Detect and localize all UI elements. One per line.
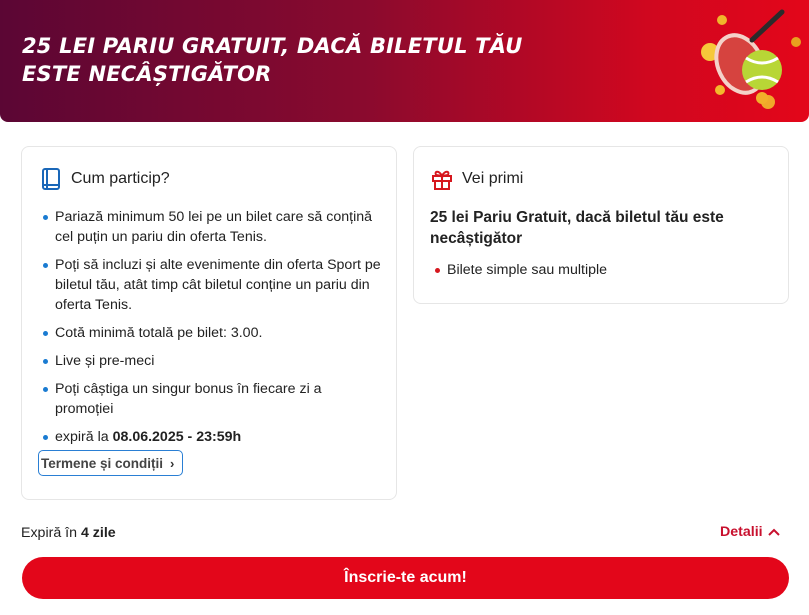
banner-title: 25 LEI PARIU GRATUIT, DACĂ BILETUL TĂU E… [22, 34, 523, 86]
gift-icon [432, 170, 452, 190]
signup-button[interactable]: Înscrie-te acum! [22, 557, 789, 599]
details-toggle[interactable]: Detalii [720, 524, 780, 540]
expiry-date: 08.06.2025 - 23:59h [112, 429, 242, 445]
expiry-item: expiră la 08.06.2025 - 23:59h [42, 427, 382, 447]
rules-list: Pariază minimum 50 lei pe un bilet care … [42, 207, 382, 455]
expires-prefix: Expiră în [21, 525, 77, 541]
terms-link[interactable]: Termene și condiții › [38, 450, 184, 476]
list-item: Pariază minimum 50 lei pe un bilet care … [42, 207, 382, 247]
how-to-title: Cum particip? [71, 170, 170, 187]
tennis-ball-racket-coins-icon [701, 9, 801, 109]
list-item: Bilete simple sau multiple [434, 260, 607, 280]
reward-card: Vei primi 25 lei Pariu Gratuit, dacă bil… [413, 146, 789, 304]
details-label: Detalii [720, 524, 763, 540]
promo-banner: 25 LEI PARIU GRATUIT, DACĂ BILETUL TĂU E… [0, 0, 809, 122]
chevron-right-icon: › [170, 455, 175, 471]
list-item: Live și pre-meci [42, 351, 382, 371]
list-item: Poți câștiga un singur bonus în fiecare … [42, 379, 382, 419]
how-to-participate-card: Cum particip? Pariază minimum 50 lei pe … [21, 146, 397, 500]
list-item: Poți să incluzi și alte evenimente din o… [42, 255, 382, 315]
expires-text: Expiră în 4 zile [21, 525, 116, 541]
reward-title: Vei primi [462, 170, 524, 187]
terms-label: Termene și condiții [41, 455, 164, 471]
expiry-prefix: expiră la [55, 429, 109, 445]
chevron-up-icon [767, 528, 780, 536]
reward-list: Bilete simple sau multiple [434, 260, 607, 280]
list-item: Cotă minimă totală pe bilet: 3.00. [42, 323, 382, 343]
book-icon [42, 168, 60, 190]
expires-value: 4 zile [80, 525, 116, 541]
reward-headline: 25 lei Pariu Gratuit, dacă biletul tău e… [430, 209, 724, 247]
